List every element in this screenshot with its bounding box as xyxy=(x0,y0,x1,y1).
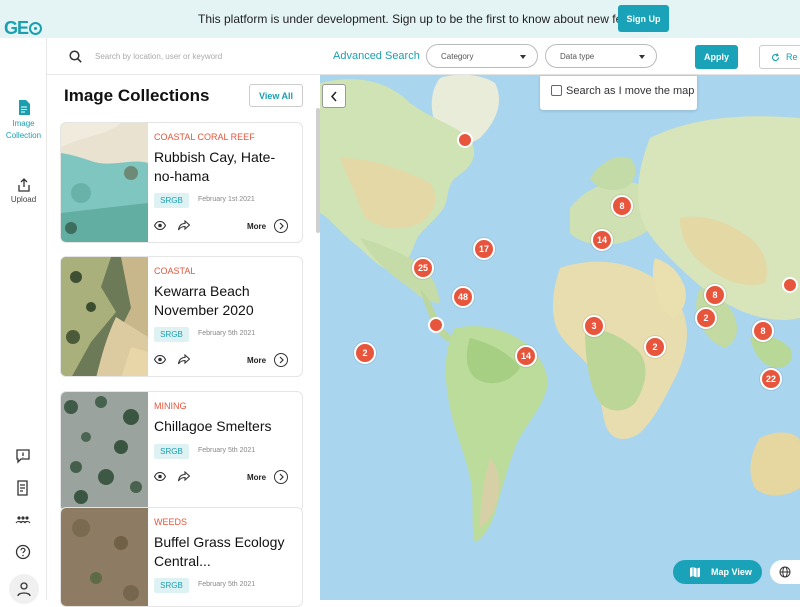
left-nav-rail: Image Collection Upload xyxy=(0,38,47,604)
world-map[interactable]: 8 14 17 25 48 3 14 2 8 2 8 2 22 xyxy=(320,38,800,600)
format-tag: SRGB xyxy=(154,578,189,593)
search-icon xyxy=(69,50,82,63)
globe-icon xyxy=(779,566,791,578)
map-basemap xyxy=(320,74,800,543)
map-icon xyxy=(690,567,700,578)
map-cluster[interactable]: 14 xyxy=(515,345,537,367)
map-cluster[interactable]: 25 xyxy=(412,257,434,279)
help-icon[interactable] xyxy=(15,544,31,560)
map-marker[interactable] xyxy=(782,277,798,293)
map-cluster[interactable]: 8 xyxy=(704,284,726,306)
map-cluster[interactable]: 3 xyxy=(583,315,605,337)
collapse-panel-button[interactable] xyxy=(322,84,346,108)
card-date: February 1st 2021 xyxy=(198,196,255,203)
card-title[interactable]: Buffel Grass Ecology Central... xyxy=(154,533,294,571)
reset-button[interactable]: Re xyxy=(759,45,800,69)
collection-card[interactable]: WEEDS Buffel Grass Ecology Central... SR… xyxy=(60,507,303,607)
rail-label-image-collection: Image Collection xyxy=(5,119,42,140)
map-marker[interactable] xyxy=(428,317,444,333)
map-cluster[interactable]: 2 xyxy=(695,307,717,329)
more-label[interactable]: More xyxy=(247,222,266,231)
card-date: February 5th 2021 xyxy=(198,330,256,337)
apply-button[interactable]: Apply xyxy=(695,45,738,69)
search-as-move-control[interactable]: Search as I move the map xyxy=(540,76,697,110)
map-view-button[interactable]: Map View xyxy=(673,560,762,584)
collection-card[interactable]: COASTAL CORAL REEF Rubbish Cay, Hate-no-… xyxy=(60,122,303,243)
rail-item-upload[interactable]: Upload xyxy=(0,178,47,204)
card-category: COASTAL CORAL REEF xyxy=(154,132,255,142)
card-date: February 5th 2021 xyxy=(198,581,256,588)
sign-up-button[interactable]: Sign Up xyxy=(618,5,669,32)
map-cluster[interactable]: 17 xyxy=(473,238,495,260)
share-icon[interactable] xyxy=(178,471,190,482)
chevron-down-icon xyxy=(639,55,645,59)
collection-thumbnail xyxy=(61,123,148,242)
collection-thumbnail xyxy=(61,257,148,376)
search-bar xyxy=(47,38,320,75)
collection-card[interactable]: COASTAL Kewarra Beach November 2020 SRGB… xyxy=(60,256,303,377)
share-icon[interactable] xyxy=(178,220,190,231)
card-date: February 5th 2021 xyxy=(198,447,256,454)
chevron-right-icon[interactable] xyxy=(274,470,288,484)
more-label[interactable]: More xyxy=(247,356,266,365)
card-category: COASTAL xyxy=(154,266,196,276)
map-cluster[interactable]: 22 xyxy=(760,368,782,390)
map-cluster[interactable]: 2 xyxy=(354,342,376,364)
banner-message: This platform is under development. Sign… xyxy=(198,12,659,26)
share-icon[interactable] xyxy=(178,354,190,365)
search-as-move-label: Search as I move the map xyxy=(566,85,695,97)
upload-icon xyxy=(17,178,30,192)
map-cluster[interactable]: 2 xyxy=(644,336,666,358)
search-as-move-checkbox[interactable] xyxy=(551,85,562,96)
data-type-dropdown-label: Data type xyxy=(560,52,595,61)
map-view-label: Map View xyxy=(711,567,752,577)
chevron-right-icon[interactable] xyxy=(274,353,288,367)
format-tag: SRGB xyxy=(154,327,189,342)
eye-icon[interactable] xyxy=(154,355,166,364)
feedback-icon[interactable] xyxy=(15,448,31,464)
map-marker[interactable] xyxy=(457,132,473,148)
card-category: WEEDS xyxy=(154,517,188,527)
category-dropdown-label: Category xyxy=(441,52,474,61)
refresh-icon xyxy=(771,53,780,62)
panel-title: Image Collections xyxy=(64,86,210,105)
rail-label-upload: Upload xyxy=(10,195,37,204)
eye-icon[interactable] xyxy=(154,472,166,481)
collection-card[interactable]: MINING Chillagoe Smelters SRGB February … xyxy=(60,391,303,512)
geo-logo[interactable]: GE xyxy=(4,18,43,39)
card-title[interactable]: Rubbish Cay, Hate-no-hama xyxy=(154,148,294,186)
map-cluster[interactable]: 8 xyxy=(611,195,633,217)
globe-view-button[interactable] xyxy=(770,560,800,584)
advanced-search-link[interactable]: Advanced Search xyxy=(333,50,420,62)
map-toolbar: Advanced Search Category Data type Apply… xyxy=(320,38,800,75)
document-icon xyxy=(18,100,30,115)
card-category: MINING xyxy=(154,401,187,411)
community-icon[interactable] xyxy=(15,512,31,528)
view-all-button[interactable]: View All xyxy=(249,84,303,107)
collection-thumbnail xyxy=(61,392,148,511)
card-title[interactable]: Kewarra Beach November 2020 xyxy=(154,282,294,320)
rail-item-image-collection[interactable]: Image Collection xyxy=(0,100,47,142)
format-tag: SRGB xyxy=(154,193,189,208)
map-cluster[interactable]: 8 xyxy=(752,320,774,342)
chevron-right-icon[interactable] xyxy=(274,219,288,233)
data-type-dropdown[interactable]: Data type xyxy=(545,44,657,68)
map-cluster[interactable]: 48 xyxy=(452,286,474,308)
eye-icon[interactable] xyxy=(154,221,166,230)
user-icon xyxy=(17,582,31,597)
card-title[interactable]: Chillagoe Smelters xyxy=(154,417,294,436)
format-tag: SRGB xyxy=(154,444,189,459)
search-input[interactable] xyxy=(95,48,305,64)
chevron-down-icon xyxy=(520,55,526,59)
category-dropdown[interactable]: Category xyxy=(426,44,538,68)
announcement-banner: GE This platform is under development. S… xyxy=(0,0,800,38)
chevron-left-icon xyxy=(330,91,337,102)
reset-label: Re xyxy=(786,52,798,62)
notes-icon[interactable] xyxy=(15,480,31,496)
collection-thumbnail xyxy=(61,508,148,606)
map-cluster[interactable]: 14 xyxy=(591,229,613,251)
more-label[interactable]: More xyxy=(247,473,266,482)
